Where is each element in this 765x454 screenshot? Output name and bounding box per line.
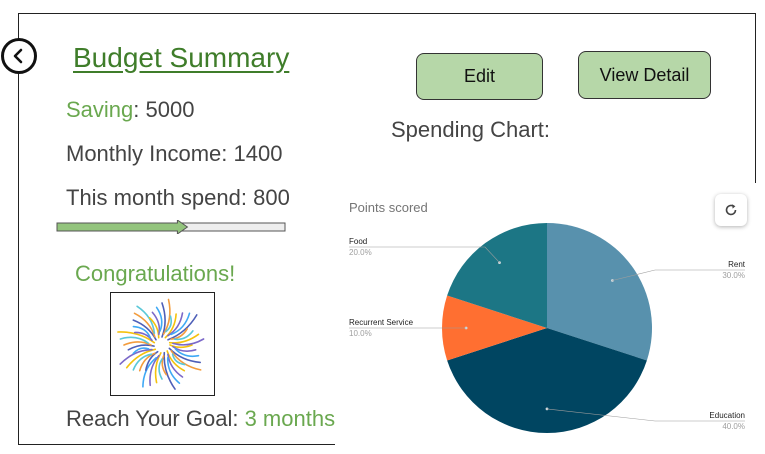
spending-chart-heading: Spending Chart: [391, 117, 550, 142]
pie-label: Recurrent Service [349, 318, 414, 327]
pie-percent-label: 20.0% [349, 248, 372, 257]
pie-label: Food [349, 237, 367, 246]
congratulations-text: Congratulations! [75, 261, 236, 286]
saving-label: Saving [66, 97, 134, 122]
pie-percent-label: 40.0% [722, 422, 745, 431]
goal-label: Reach Your Goal: [66, 406, 245, 431]
spend-progress-bar [56, 220, 286, 234]
pie-percent-label: 10.0% [349, 329, 372, 338]
view-detail-button[interactable]: View Detail [578, 51, 711, 99]
pie-label: Rent [728, 260, 746, 269]
monthly-income: Monthly Income: 1400 [66, 141, 283, 166]
goal-value: 3 months [244, 406, 336, 431]
fireworks-icon [117, 298, 205, 390]
chart-panel: Points scored Rent 30.0% Education 40.0% Rec… [335, 183, 765, 445]
goal-row: Reach Your Goal: 3 months [66, 406, 335, 432]
pie-label: Education [709, 411, 745, 420]
progress-fill [56, 220, 189, 234]
page-title: Budget Summary [73, 42, 290, 73]
back-button[interactable] [1, 38, 37, 74]
saving-value: : 5000 [133, 97, 195, 122]
pie-chart: Rent 30.0% Education 40.0% Recurrent Service… [349, 223, 746, 434]
edit-button[interactable]: Edit [416, 53, 543, 100]
fireworks-image [110, 292, 215, 396]
pie-percent-label: 30.0% [722, 271, 745, 280]
chevron-left-icon [13, 48, 23, 64]
monthly-spend: This month spend: 800 [66, 185, 290, 210]
saving-row: Saving: 5000 [66, 97, 194, 123]
